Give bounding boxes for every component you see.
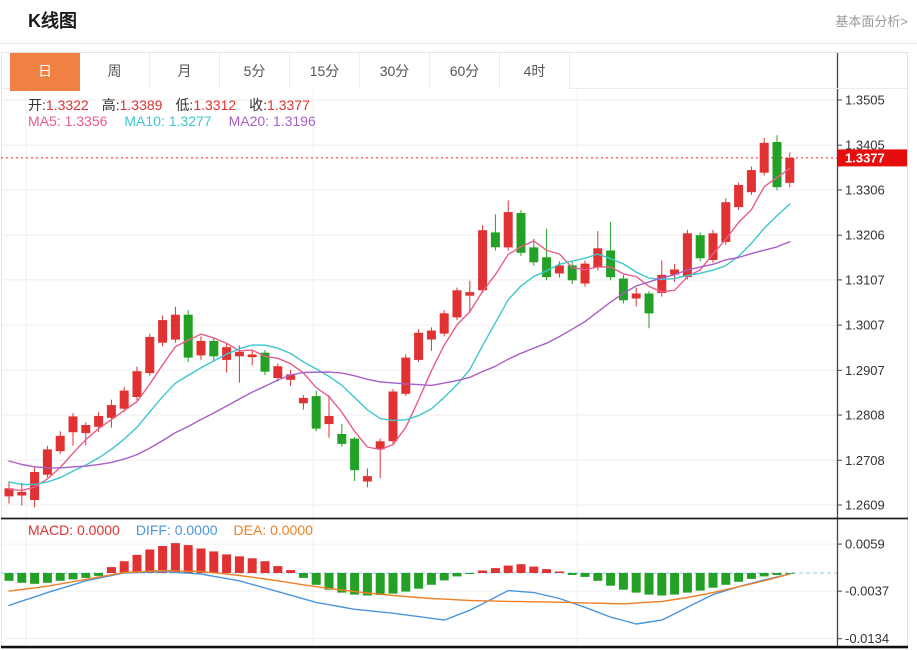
legend-value: 1.3312	[193, 97, 237, 113]
svg-text:1.3007: 1.3007	[845, 318, 885, 333]
page-title: K线图	[28, 11, 77, 31]
ohlc-legend-item: 开:1.3322	[28, 97, 89, 113]
tab-4hour[interactable]: 4时	[500, 53, 570, 89]
last-price-badge: 1.3377	[838, 149, 907, 167]
legend-value: 1.3377	[267, 97, 310, 113]
ohlc-legend-item: 收:1.3377	[249, 97, 310, 113]
tab-15min[interactable]: 15分	[290, 53, 360, 89]
ohlc-legend: 开:1.3322 高:1.3389 低:1.3312 收:1.3377	[28, 95, 323, 115]
tab-day[interactable]: 日	[10, 53, 80, 91]
legend-label: 高:	[101, 97, 120, 113]
svg-text:1.2907: 1.2907	[845, 363, 885, 378]
svg-text:1.3505: 1.3505	[845, 93, 885, 108]
ma-legend-item: MA5: 1.3356	[28, 113, 108, 129]
macd-histogram	[4, 543, 795, 596]
tab-week[interactable]: 周	[80, 53, 150, 89]
price-axis-labels: 1.35051.34051.33061.32061.31071.30071.29…	[837, 93, 889, 646]
macd-legend-item: DIFF: 0.0000	[135, 522, 218, 538]
svg-text:1.3306: 1.3306	[845, 182, 885, 197]
macd-legend: MACD: 0.0000 DIFF: 0.0000 DEA: 0.0000	[28, 522, 329, 538]
ma5-line	[8, 167, 791, 492]
ma10-line	[8, 203, 791, 486]
legend-label: 低:	[175, 97, 194, 113]
tab-30min[interactable]: 30分	[360, 53, 430, 89]
svg-text:1.3206: 1.3206	[845, 228, 885, 243]
period-tabbar: 日周月 5分 15分 30分 60分 4时	[2, 53, 907, 91]
ma-legend-item: MA20: 1.3196	[228, 113, 316, 129]
tab-month[interactable]: 月	[150, 53, 220, 89]
macd-legend-item: DEA: 0.0000	[233, 522, 313, 538]
svg-text:1.2609: 1.2609	[845, 498, 885, 513]
svg-text:1.2808: 1.2808	[845, 408, 885, 423]
candles-layer	[4, 135, 795, 508]
svg-text:0.0059: 0.0059	[845, 537, 885, 552]
legend-value: 1.3389	[119, 97, 163, 113]
fundamental-analysis-link[interactable]: 基本面分析>	[835, 11, 908, 30]
ma-legend: MA5: 1.3356 MA10: 1.3277 MA20: 1.3196	[28, 113, 333, 129]
svg-text:1.2708: 1.2708	[845, 453, 885, 468]
svg-text:1.3107: 1.3107	[845, 272, 885, 287]
tab-60min[interactable]: 60分	[430, 53, 500, 89]
svg-text:-0.0037: -0.0037	[845, 584, 889, 599]
legend-value: 1.3322	[45, 97, 89, 113]
ma-legend-item: MA10: 1.3277	[124, 113, 212, 129]
legend-label: 开:	[28, 97, 46, 113]
svg-text:1.3377: 1.3377	[845, 150, 885, 165]
tab-5min[interactable]: 5分	[220, 53, 290, 89]
legend-label: 收:	[249, 97, 268, 113]
ohlc-legend-item: 高:1.3389	[102, 97, 163, 113]
ma20-line	[8, 240, 791, 469]
macd-legend-item: MACD: 0.0000	[28, 522, 120, 538]
svg-text:-0.0134: -0.0134	[845, 631, 889, 646]
ohlc-legend-item: 低:1.3312	[175, 97, 236, 113]
